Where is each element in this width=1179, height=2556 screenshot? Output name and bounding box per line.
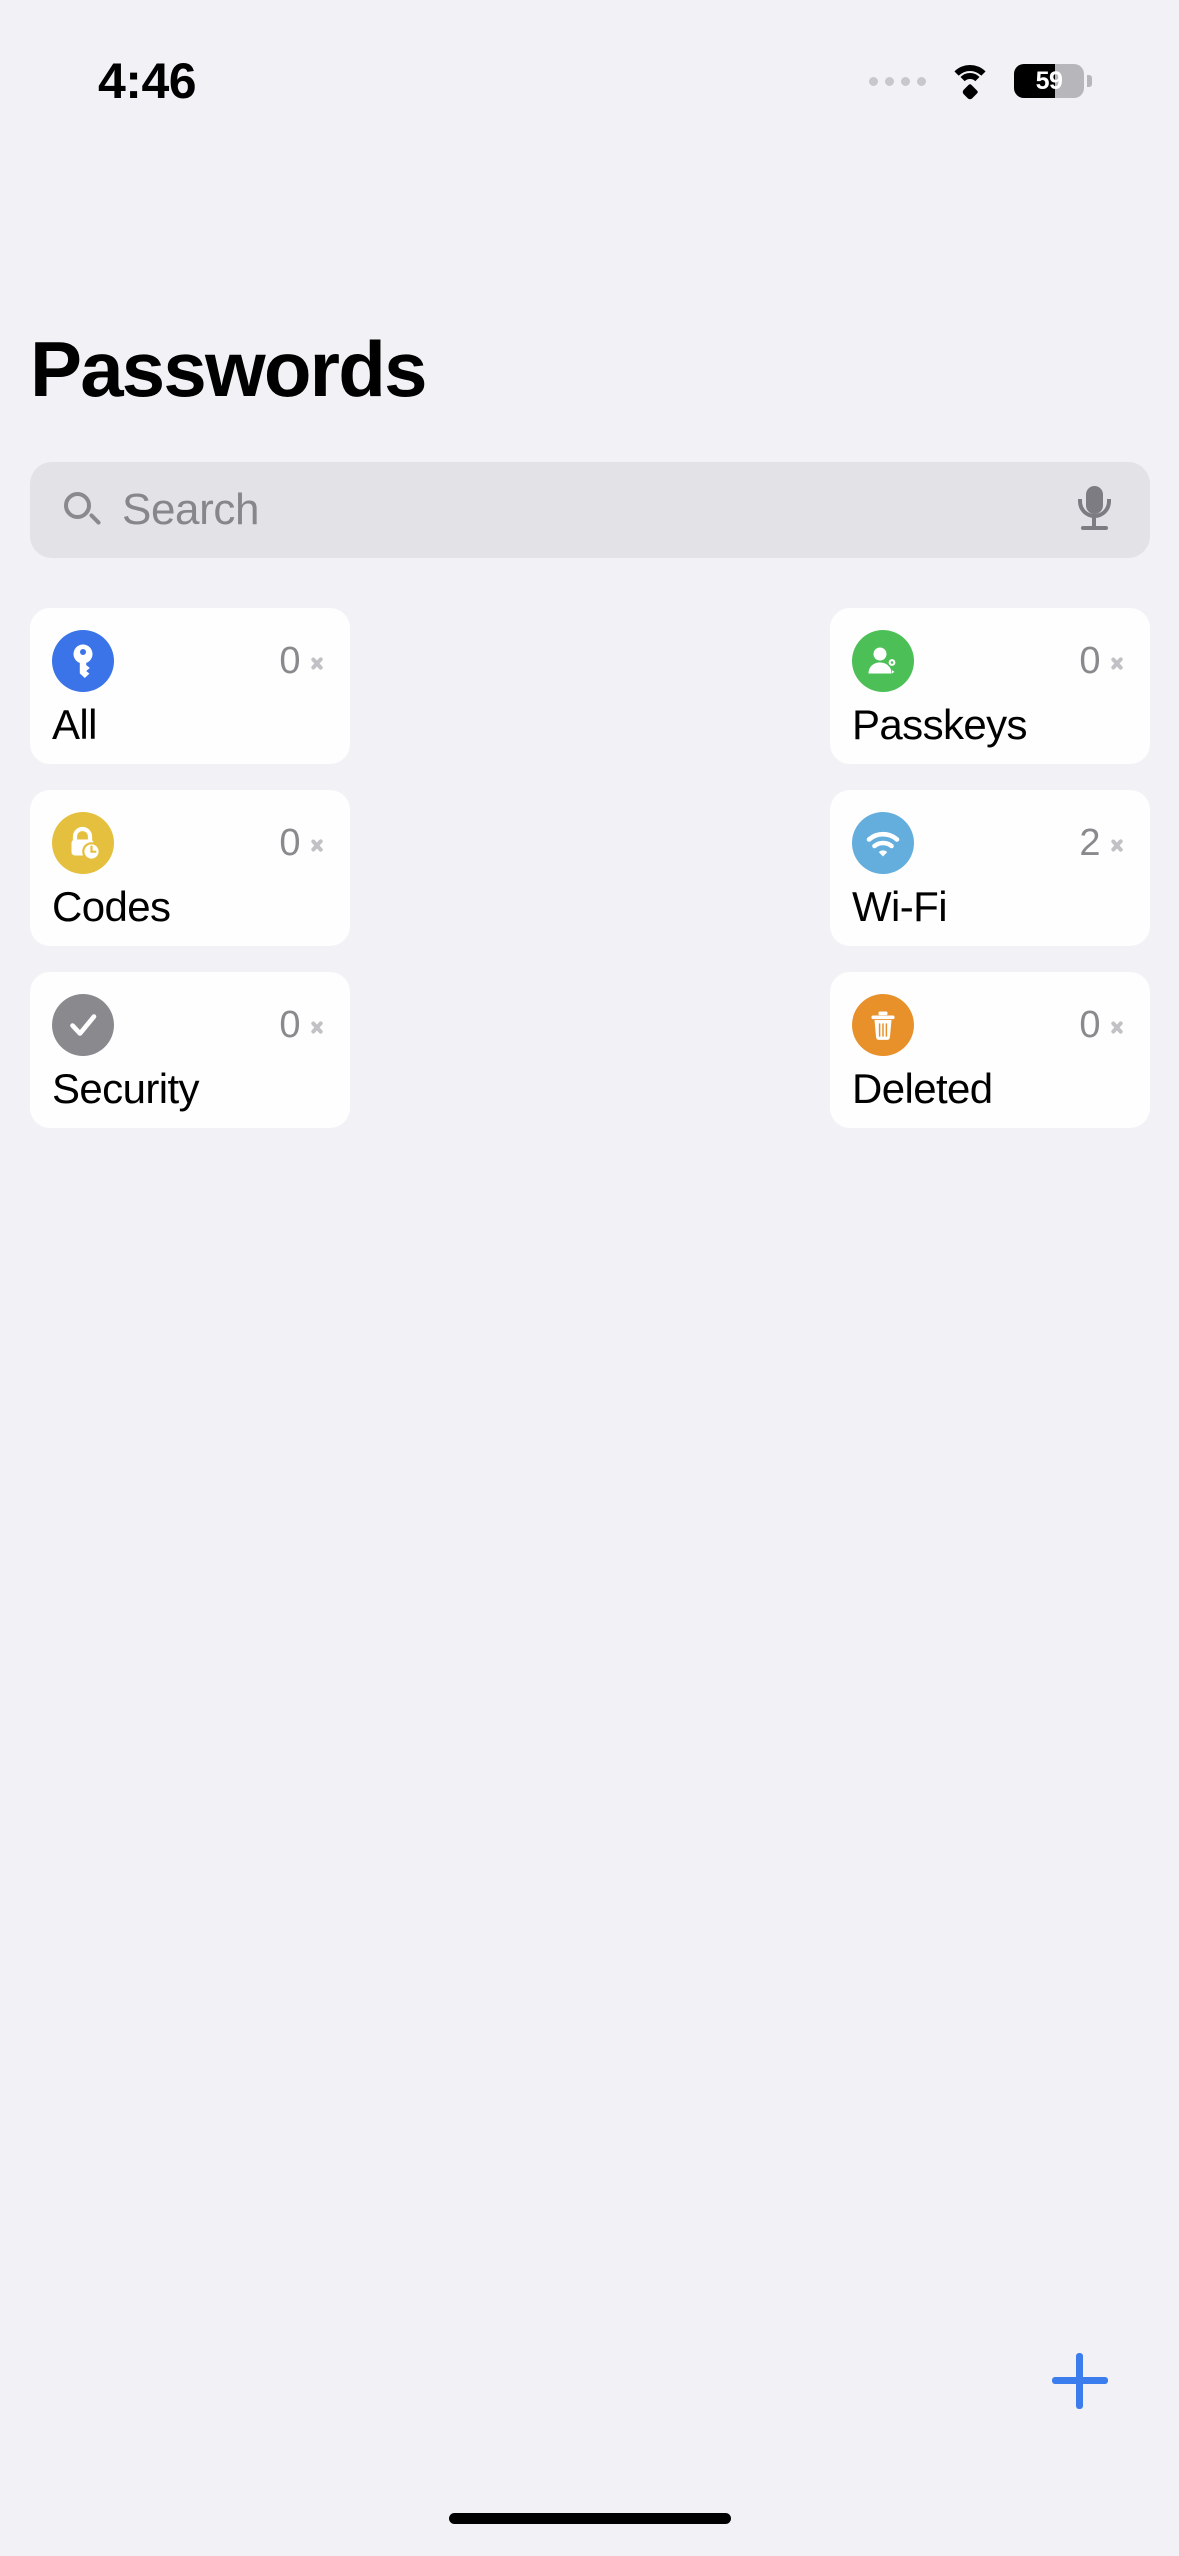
status-bar-indicators: 59: [869, 64, 1092, 100]
category-card-codes[interactable]: 0 Codes: [30, 790, 350, 946]
card-count: 0: [279, 821, 300, 864]
category-card-passkeys[interactable]: 0 Passkeys: [830, 608, 1150, 764]
status-bar-clock: 4:46: [98, 53, 197, 109]
search-field[interactable]: Search: [30, 462, 1150, 558]
chevron-right-icon: [1112, 649, 1126, 674]
wifi-icon: [948, 64, 992, 100]
card-label: Codes: [52, 883, 171, 930]
category-card-all[interactable]: 0 All: [30, 608, 350, 764]
battery-icon: 59: [1014, 64, 1092, 98]
passwords-app-screen: 4:46 59 Passwords Search 0 All 0 Passkey…: [0, 0, 1179, 2556]
chevron-right-icon: [312, 649, 326, 674]
card-label: Passkeys: [852, 701, 1028, 748]
category-card-wifi[interactable]: 2 Wi-Fi: [830, 790, 1150, 946]
wifi-icon: [852, 812, 914, 874]
lock-clock-icon: [52, 812, 114, 874]
add-password-button[interactable]: [1045, 2346, 1115, 2416]
card-label: All: [52, 701, 97, 748]
card-label: Deleted: [852, 1065, 993, 1112]
card-label: Security: [52, 1065, 200, 1112]
search-placeholder: Search: [122, 485, 260, 534]
status-bar: 4:46 59: [0, 0, 1179, 140]
card-count: 0: [1079, 639, 1100, 682]
category-grid: 0 All 0 Passkeys 0 Codes 2 Wi-Fi 0 Secur…: [30, 608, 1150, 1128]
card-meta: 0: [1079, 640, 1130, 683]
search-icon: [62, 490, 102, 530]
battery-percent-label: 59: [1035, 66, 1063, 95]
home-indicator[interactable]: [448, 2513, 731, 2524]
card-label: Wi-Fi: [852, 883, 948, 930]
card-meta: 0: [279, 640, 330, 683]
chevron-right-icon: [1112, 831, 1126, 856]
key-icon: [52, 630, 114, 692]
card-meta: 0: [1079, 1004, 1130, 1047]
trash-icon: [852, 994, 914, 1056]
card-count: 2: [1079, 821, 1100, 864]
chevron-right-icon: [312, 1013, 326, 1038]
card-meta: 0: [279, 822, 330, 865]
card-meta: 2: [1079, 822, 1130, 865]
page-title: Passwords: [30, 325, 427, 413]
category-card-security[interactable]: 0 Security: [30, 972, 350, 1128]
checkmark-icon: [52, 994, 114, 1056]
chevron-right-icon: [312, 831, 326, 856]
card-count: 0: [279, 1003, 300, 1046]
category-card-deleted[interactable]: 0 Deleted: [830, 972, 1150, 1128]
card-count: 0: [279, 639, 300, 682]
card-count: 0: [1079, 1003, 1100, 1046]
chevron-right-icon: [1112, 1013, 1126, 1038]
person-key-icon: [852, 630, 914, 692]
signal-dots-icon: [869, 76, 926, 86]
microphone-icon[interactable]: [1076, 486, 1112, 534]
card-meta: 0: [279, 1004, 330, 1047]
